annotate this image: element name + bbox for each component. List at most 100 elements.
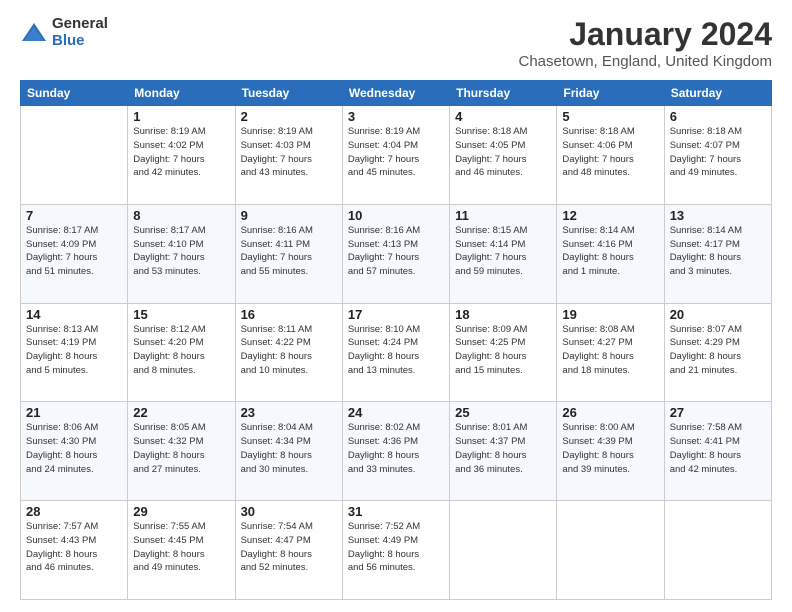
day-number: 30 [241, 504, 337, 519]
week-row-5: 28Sunrise: 7:57 AMSunset: 4:43 PMDayligh… [21, 501, 772, 600]
day-number: 26 [562, 405, 658, 420]
logo-blue-text: Blue [52, 33, 108, 50]
day-number: 23 [241, 405, 337, 420]
day-cell: 13Sunrise: 8:14 AMSunset: 4:17 PMDayligh… [664, 204, 771, 303]
day-info: Sunrise: 8:18 AMSunset: 4:06 PMDaylight:… [562, 125, 658, 180]
day-cell: 25Sunrise: 8:01 AMSunset: 4:37 PMDayligh… [450, 402, 557, 501]
day-cell: 21Sunrise: 8:06 AMSunset: 4:30 PMDayligh… [21, 402, 128, 501]
day-cell: 15Sunrise: 8:12 AMSunset: 4:20 PMDayligh… [128, 303, 235, 402]
logo: General Blue [20, 16, 108, 49]
week-row-2: 7Sunrise: 8:17 AMSunset: 4:09 PMDaylight… [21, 204, 772, 303]
day-cell: 8Sunrise: 8:17 AMSunset: 4:10 PMDaylight… [128, 204, 235, 303]
col-header-sunday: Sunday [21, 81, 128, 106]
day-cell: 28Sunrise: 7:57 AMSunset: 4:43 PMDayligh… [21, 501, 128, 600]
day-cell: 23Sunrise: 8:04 AMSunset: 4:34 PMDayligh… [235, 402, 342, 501]
calendar-header-row: SundayMondayTuesdayWednesdayThursdayFrid… [21, 81, 772, 106]
logo-general-text: General [52, 16, 108, 33]
day-info: Sunrise: 8:19 AMSunset: 4:04 PMDaylight:… [348, 125, 444, 180]
day-info: Sunrise: 7:55 AMSunset: 4:45 PMDaylight:… [133, 520, 229, 575]
month-year: January 2024 [519, 16, 773, 53]
day-info: Sunrise: 8:00 AMSunset: 4:39 PMDaylight:… [562, 421, 658, 476]
day-number: 31 [348, 504, 444, 519]
day-cell: 18Sunrise: 8:09 AMSunset: 4:25 PMDayligh… [450, 303, 557, 402]
day-number: 14 [26, 307, 122, 322]
day-number: 6 [670, 109, 766, 124]
day-info: Sunrise: 8:13 AMSunset: 4:19 PMDaylight:… [26, 323, 122, 378]
day-number: 18 [455, 307, 551, 322]
day-number: 20 [670, 307, 766, 322]
day-cell: 7Sunrise: 8:17 AMSunset: 4:09 PMDaylight… [21, 204, 128, 303]
day-info: Sunrise: 8:18 AMSunset: 4:07 PMDaylight:… [670, 125, 766, 180]
week-row-4: 21Sunrise: 8:06 AMSunset: 4:30 PMDayligh… [21, 402, 772, 501]
day-info: Sunrise: 8:04 AMSunset: 4:34 PMDaylight:… [241, 421, 337, 476]
col-header-tuesday: Tuesday [235, 81, 342, 106]
col-header-wednesday: Wednesday [342, 81, 449, 106]
day-cell: 20Sunrise: 8:07 AMSunset: 4:29 PMDayligh… [664, 303, 771, 402]
day-cell: 1Sunrise: 8:19 AMSunset: 4:02 PMDaylight… [128, 106, 235, 205]
day-number: 10 [348, 208, 444, 223]
day-info: Sunrise: 8:14 AMSunset: 4:17 PMDaylight:… [670, 224, 766, 279]
day-cell: 22Sunrise: 8:05 AMSunset: 4:32 PMDayligh… [128, 402, 235, 501]
day-number: 16 [241, 307, 337, 322]
day-info: Sunrise: 8:19 AMSunset: 4:03 PMDaylight:… [241, 125, 337, 180]
day-number: 2 [241, 109, 337, 124]
day-info: Sunrise: 8:18 AMSunset: 4:05 PMDaylight:… [455, 125, 551, 180]
col-header-friday: Friday [557, 81, 664, 106]
calendar-table: SundayMondayTuesdayWednesdayThursdayFrid… [20, 80, 772, 600]
day-info: Sunrise: 8:01 AMSunset: 4:37 PMDaylight:… [455, 421, 551, 476]
day-number: 15 [133, 307, 229, 322]
day-number: 4 [455, 109, 551, 124]
day-number: 24 [348, 405, 444, 420]
day-info: Sunrise: 7:52 AMSunset: 4:49 PMDaylight:… [348, 520, 444, 575]
day-number: 7 [26, 208, 122, 223]
day-info: Sunrise: 8:15 AMSunset: 4:14 PMDaylight:… [455, 224, 551, 279]
day-number: 1 [133, 109, 229, 124]
day-number: 25 [455, 405, 551, 420]
day-cell: 31Sunrise: 7:52 AMSunset: 4:49 PMDayligh… [342, 501, 449, 600]
day-number: 22 [133, 405, 229, 420]
day-info: Sunrise: 7:57 AMSunset: 4:43 PMDaylight:… [26, 520, 122, 575]
day-info: Sunrise: 8:17 AMSunset: 4:09 PMDaylight:… [26, 224, 122, 279]
header: General Blue January 2024 Chasetown, Eng… [20, 16, 772, 70]
week-row-1: 1Sunrise: 8:19 AMSunset: 4:02 PMDaylight… [21, 106, 772, 205]
day-number: 28 [26, 504, 122, 519]
day-cell: 14Sunrise: 8:13 AMSunset: 4:19 PMDayligh… [21, 303, 128, 402]
day-info: Sunrise: 8:08 AMSunset: 4:27 PMDaylight:… [562, 323, 658, 378]
day-info: Sunrise: 8:05 AMSunset: 4:32 PMDaylight:… [133, 421, 229, 476]
day-number: 11 [455, 208, 551, 223]
day-info: Sunrise: 8:06 AMSunset: 4:30 PMDaylight:… [26, 421, 122, 476]
day-number: 21 [26, 405, 122, 420]
day-info: Sunrise: 8:02 AMSunset: 4:36 PMDaylight:… [348, 421, 444, 476]
day-cell [450, 501, 557, 600]
day-cell: 6Sunrise: 8:18 AMSunset: 4:07 PMDaylight… [664, 106, 771, 205]
day-number: 19 [562, 307, 658, 322]
day-number: 29 [133, 504, 229, 519]
logo-text: General Blue [52, 16, 108, 49]
page: General Blue January 2024 Chasetown, Eng… [0, 0, 792, 612]
title-block: January 2024 Chasetown, England, United … [519, 16, 773, 70]
day-info: Sunrise: 8:10 AMSunset: 4:24 PMDaylight:… [348, 323, 444, 378]
day-info: Sunrise: 8:11 AMSunset: 4:22 PMDaylight:… [241, 323, 337, 378]
day-cell: 30Sunrise: 7:54 AMSunset: 4:47 PMDayligh… [235, 501, 342, 600]
day-info: Sunrise: 7:54 AMSunset: 4:47 PMDaylight:… [241, 520, 337, 575]
day-cell: 16Sunrise: 8:11 AMSunset: 4:22 PMDayligh… [235, 303, 342, 402]
day-cell [21, 106, 128, 205]
day-number: 13 [670, 208, 766, 223]
day-info: Sunrise: 8:14 AMSunset: 4:16 PMDaylight:… [562, 224, 658, 279]
col-header-thursday: Thursday [450, 81, 557, 106]
day-cell: 29Sunrise: 7:55 AMSunset: 4:45 PMDayligh… [128, 501, 235, 600]
day-number: 9 [241, 208, 337, 223]
day-cell: 10Sunrise: 8:16 AMSunset: 4:13 PMDayligh… [342, 204, 449, 303]
day-info: Sunrise: 8:09 AMSunset: 4:25 PMDaylight:… [455, 323, 551, 378]
day-cell [664, 501, 771, 600]
day-cell: 2Sunrise: 8:19 AMSunset: 4:03 PMDaylight… [235, 106, 342, 205]
day-cell: 12Sunrise: 8:14 AMSunset: 4:16 PMDayligh… [557, 204, 664, 303]
day-number: 27 [670, 405, 766, 420]
location: Chasetown, England, United Kingdom [519, 53, 773, 70]
day-info: Sunrise: 7:58 AMSunset: 4:41 PMDaylight:… [670, 421, 766, 476]
day-cell: 9Sunrise: 8:16 AMSunset: 4:11 PMDaylight… [235, 204, 342, 303]
logo-icon [20, 19, 48, 47]
day-cell: 3Sunrise: 8:19 AMSunset: 4:04 PMDaylight… [342, 106, 449, 205]
day-cell: 17Sunrise: 8:10 AMSunset: 4:24 PMDayligh… [342, 303, 449, 402]
day-cell: 24Sunrise: 8:02 AMSunset: 4:36 PMDayligh… [342, 402, 449, 501]
